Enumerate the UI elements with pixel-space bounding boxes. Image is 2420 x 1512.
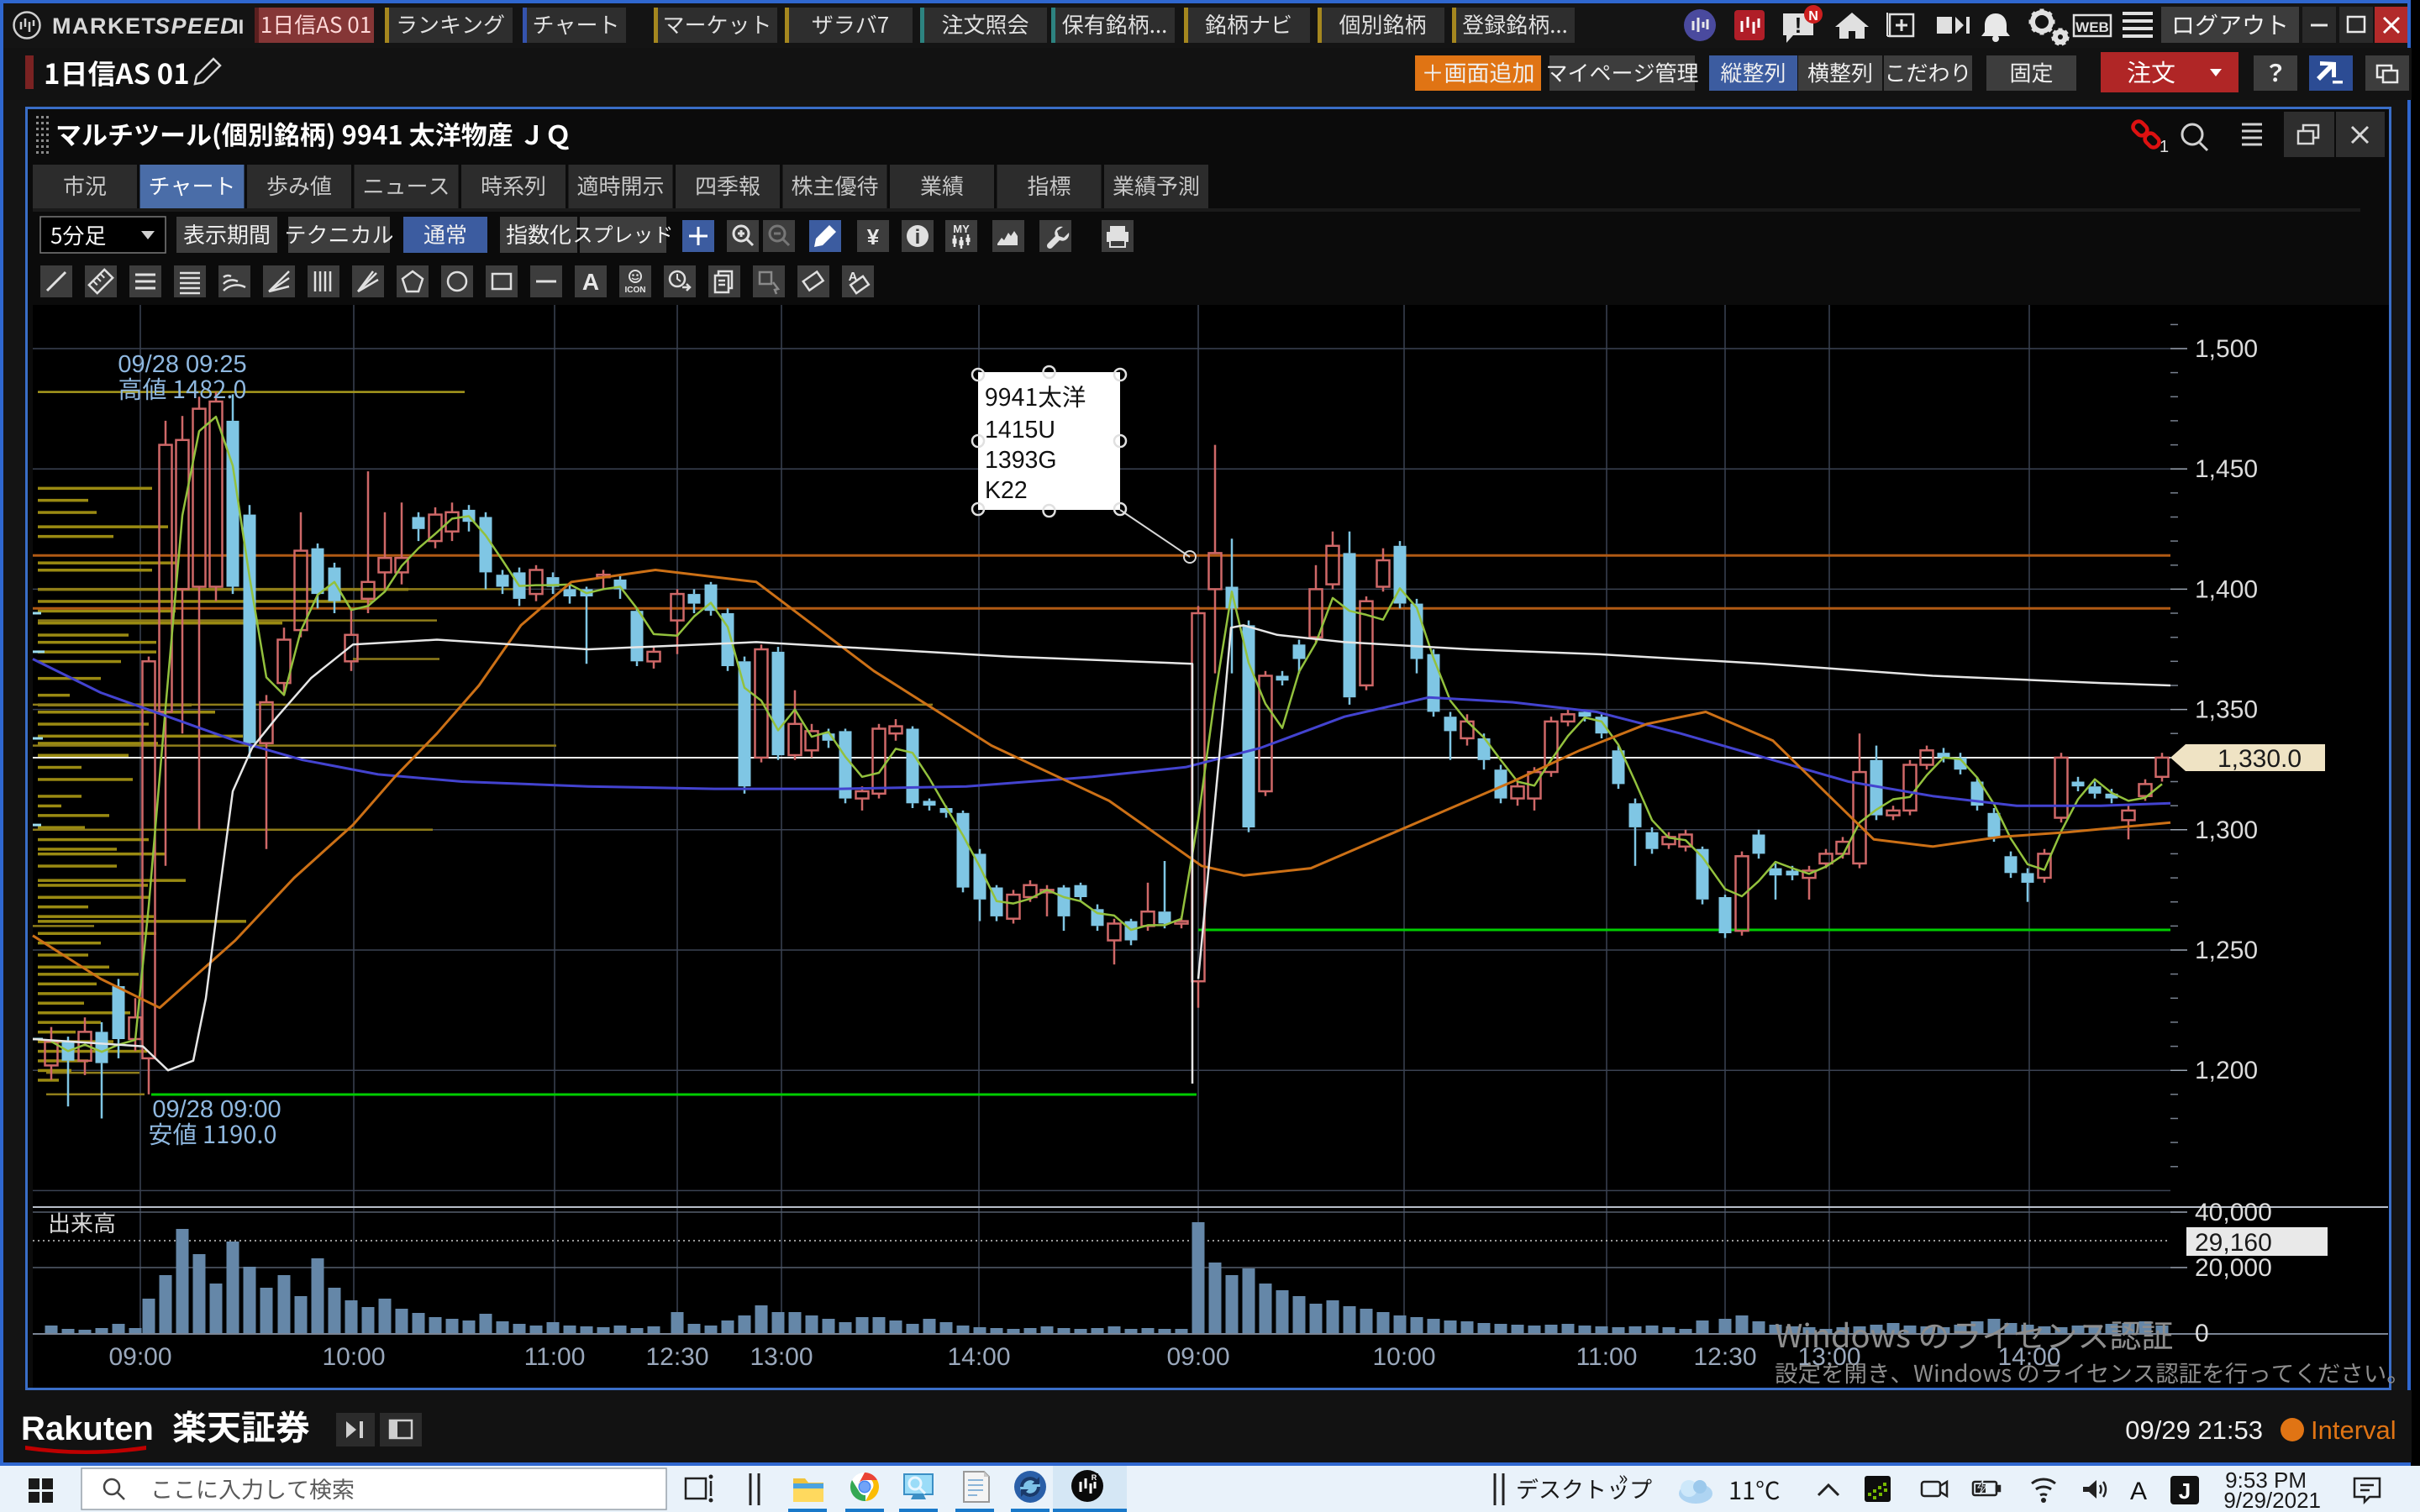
svg-text:09/29 21:53: 09/29 21:53: [2125, 1415, 2263, 1445]
svg-text:0: 0: [2195, 1320, 2209, 1347]
svg-text:1: 1: [2160, 138, 2169, 156]
svg-text:K22: K22: [985, 477, 1028, 504]
svg-text:09:00: 09:00: [108, 1343, 171, 1371]
svg-text:WEB: WEB: [2075, 19, 2109, 35]
svg-text:1,350: 1,350: [2195, 696, 2258, 724]
svg-text:SPEED: SPEED: [155, 13, 238, 39]
svg-text:N: N: [1808, 9, 1818, 24]
svg-text:¥: ¥: [867, 224, 880, 249]
svg-text:!: !: [1795, 13, 1802, 38]
svg-text:MY: MY: [953, 223, 970, 235]
svg-text:14:00: 14:00: [947, 1343, 1010, 1371]
svg-text:20,000: 20,000: [2195, 1254, 2272, 1282]
svg-text:9/29/2021: 9/29/2021: [2223, 1488, 2321, 1512]
svg-text:A: A: [582, 269, 599, 295]
svg-text:13:00: 13:00: [750, 1343, 813, 1371]
svg-text:ICON: ICON: [625, 286, 646, 295]
svg-text:1415U: 1415U: [985, 417, 1055, 444]
svg-text:i: i: [915, 226, 921, 249]
svg-text:10:00: 10:00: [322, 1343, 385, 1371]
svg-text:A: A: [2130, 1478, 2147, 1505]
svg-text:1,500: 1,500: [2195, 335, 2258, 363]
svg-text:11:00: 11:00: [524, 1343, 586, 1371]
svg-text:J: J: [2179, 1478, 2191, 1504]
svg-text:1393G: 1393G: [985, 447, 1057, 474]
svg-text:Interval: Interval: [2311, 1415, 2396, 1445]
svg-text:09/28 09:00: 09/28 09:00: [152, 1096, 281, 1123]
svg-text:09/28 09:25: 09/28 09:25: [118, 351, 246, 378]
svg-text:1,330.0: 1,330.0: [2217, 745, 2302, 773]
svg-text:1,450: 1,450: [2195, 455, 2258, 483]
svg-text:11:00: 11:00: [1576, 1343, 1638, 1371]
svg-text:MARKET: MARKET: [52, 13, 157, 39]
svg-text:R: R: [1092, 1473, 1097, 1482]
svg-text:09:00: 09:00: [1166, 1343, 1229, 1371]
svg-text:40,000: 40,000: [2195, 1199, 2272, 1226]
svg-text:1,300: 1,300: [2195, 816, 2258, 844]
svg-text:10:00: 10:00: [1372, 1343, 1435, 1371]
svg-text:12:30: 12:30: [1693, 1343, 1756, 1371]
svg-text:1,250: 1,250: [2195, 937, 2258, 964]
svg-text:1,400: 1,400: [2195, 575, 2258, 603]
svg-text:Rakuten: Rakuten: [21, 1410, 154, 1447]
svg-text:12:30: 12:30: [645, 1343, 708, 1371]
svg-text:II: II: [233, 16, 244, 39]
svg-text:1,200: 1,200: [2195, 1057, 2258, 1084]
svg-text:29,160: 29,160: [2195, 1229, 2272, 1257]
